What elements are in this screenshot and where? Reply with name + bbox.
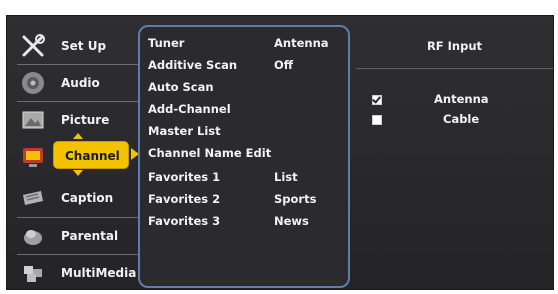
menu-row-favorites-2[interactable]: Favorites 2 Sports [148,192,348,212]
up-arrow-icon [73,133,83,139]
nav-item-setup[interactable]: Set Up [13,29,139,63]
menu-row-channel-name-edit[interactable]: Channel Name Edit [148,146,348,166]
menu-row-label: Favorites 2 [148,192,221,206]
menu-row-label: Additive Scan [148,58,238,72]
nav-item-label: Set Up [61,39,107,53]
menu-row-auto-scan[interactable]: Auto Scan [148,80,348,100]
nav-item-picture[interactable]: Picture [13,103,139,137]
rf-option-label: Cable [443,112,480,126]
multimedia-icon [19,259,47,287]
rf-input-title: RF Input [426,39,483,53]
menu-row-master-list[interactable]: Master List [148,124,348,144]
tools-icon [19,32,47,60]
nav-item-audio[interactable]: Audio [13,66,139,100]
nav-item-caption[interactable]: Caption [13,181,139,215]
nav-item-multimedia[interactable]: MultiMedia [13,256,139,290]
nav-divider [17,254,139,255]
menu-row-label: Favorites 3 [148,214,221,228]
nav-item-label: Picture [61,113,110,127]
menu-row-value: Antenna [274,36,329,50]
nav-item-parental[interactable]: Parental [13,219,139,253]
picture-icon [19,106,47,134]
menu-row-label: Master List [148,124,221,138]
menu-row-favorites-1[interactable]: Favorites 1 List [148,170,348,190]
checkbox-checked[interactable] [372,95,382,105]
tv-icon [19,143,47,171]
nav-item-label: MultiMedia [61,266,137,280]
nav-item-label: Parental [61,229,119,243]
menu-row-label: Add-Channel [148,102,231,116]
divider [356,68,553,69]
menu-row-label: Auto Scan [148,80,214,94]
speaker-icon [19,69,47,97]
menu-row-label: Favorites 1 [148,170,221,184]
menu-row-value: Sports [274,192,317,206]
menu-row-add-channel[interactable]: Add-Channel [148,102,348,122]
nav-item-channel[interactable]: Channel [13,133,139,176]
tv-menu-screen: Set Up Audio Picture Channel Caption Par… [6,15,554,290]
channel-submenu: Tuner Antenna Additive Scan Off Auto Sca… [138,25,350,288]
nav-item-label: Caption [61,191,114,205]
menu-row-value: List [274,170,298,184]
menu-row-label: Tuner [148,36,185,50]
nav-item-label: Audio [61,76,100,90]
rf-option-antenna[interactable]: Antenna [356,92,553,110]
rf-option-cable[interactable]: Cable [356,112,553,130]
menu-row-value: News [274,214,309,228]
nav-divider [17,217,139,218]
menu-row-label: Channel Name Edit [148,146,272,160]
down-arrow-icon [73,170,83,176]
nav-item-label: Channel [65,149,120,163]
nav-divider [17,64,139,65]
main-nav: Set Up Audio Picture Channel Caption Par… [13,29,141,289]
menu-row-favorites-3[interactable]: Favorites 3 News [148,214,348,234]
rf-option-label: Antenna [434,92,489,106]
rf-input-panel: RF Input Antenna Cable [356,28,553,286]
menu-row-value: Off [274,58,294,72]
caption-icon [19,184,47,212]
menu-row-additive-scan[interactable]: Additive Scan Off [148,58,348,78]
checkbox-unchecked[interactable] [372,115,382,125]
lock-icon [19,222,47,250]
menu-row-tuner[interactable]: Tuner Antenna [148,36,348,56]
nav-divider [17,101,139,102]
